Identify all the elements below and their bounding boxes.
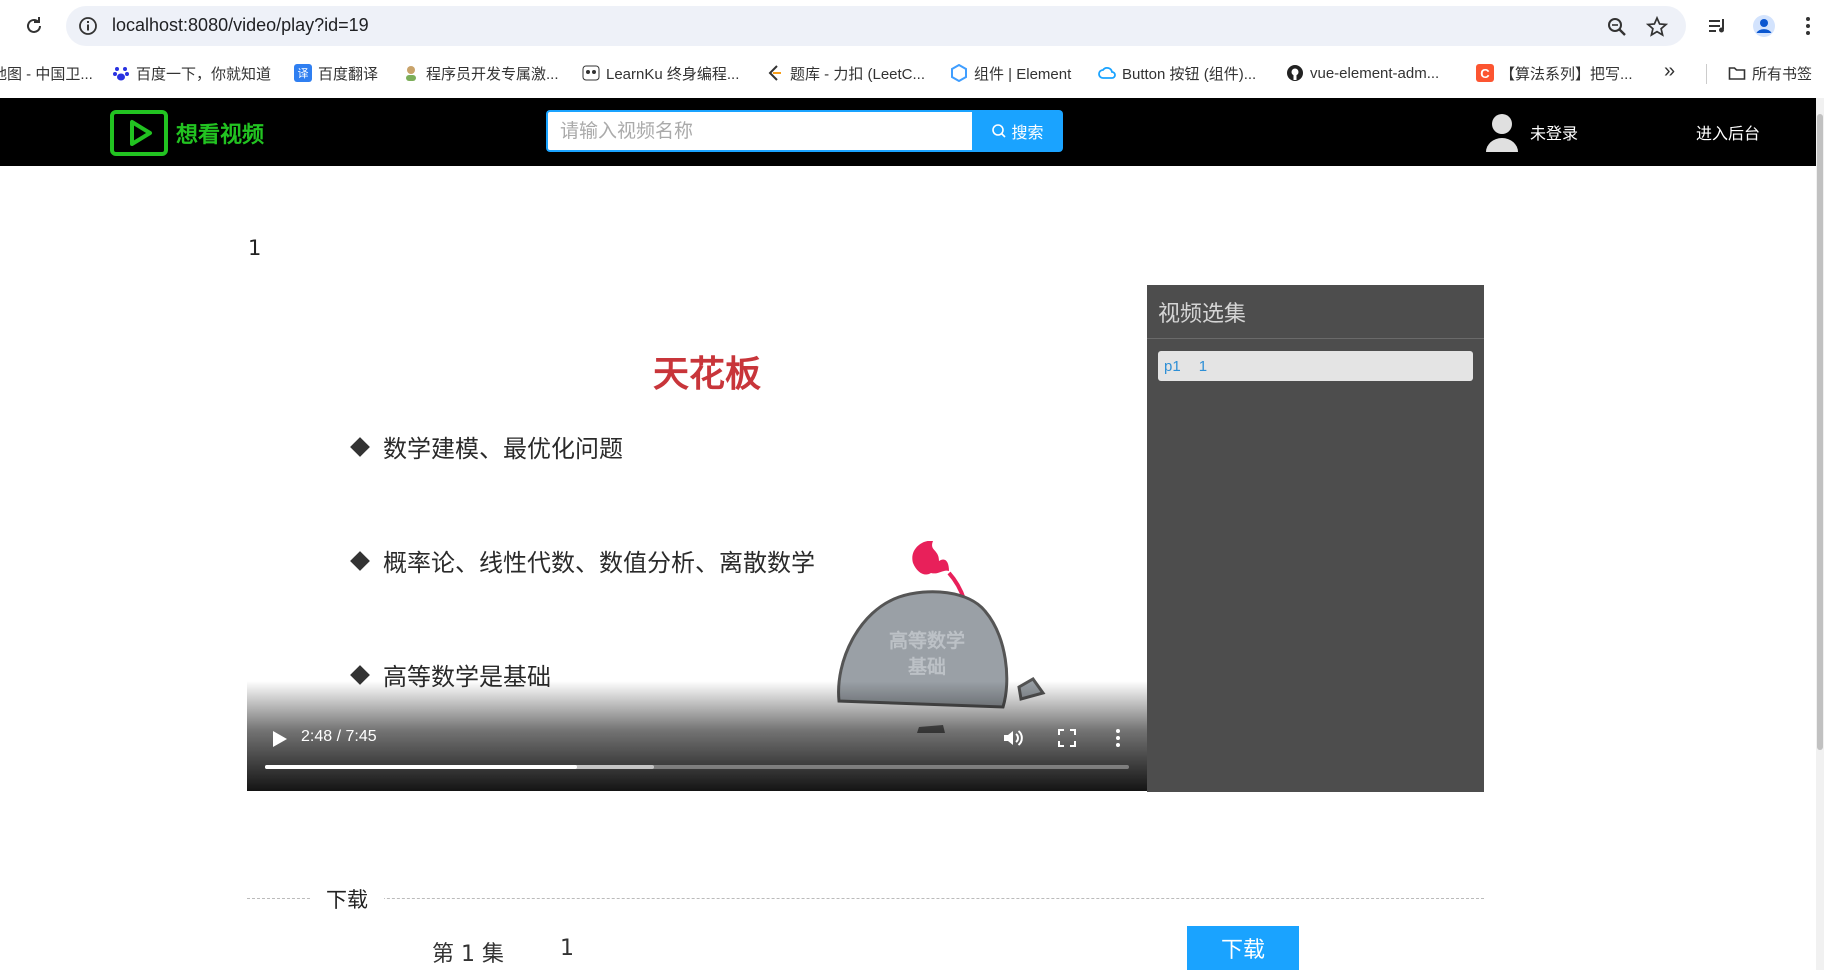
bookmark-item[interactable]: 百度一下，你就知道 xyxy=(112,62,271,84)
episode-item[interactable]: p1 1 xyxy=(1158,351,1473,381)
volume-icon[interactable] xyxy=(1001,727,1023,749)
episode-code: p1 xyxy=(1164,357,1181,375)
bookmark-label: 组件 | Element xyxy=(974,65,1072,83)
play-logo-icon xyxy=(110,110,168,156)
omnibox[interactable]: localhost:8080/video/play?id=19 xyxy=(66,6,1686,46)
svg-text:译: 译 xyxy=(298,67,309,80)
search-icon xyxy=(992,124,1007,138)
user-avatar-icon xyxy=(1486,114,1518,152)
all-bookmarks-folder[interactable]: 所有书签 xyxy=(1728,62,1812,84)
diamond-bullet-icon xyxy=(350,550,370,571)
admin-link[interactable]: 进入后台 xyxy=(1696,120,1760,144)
bookmark-label: vue-element-adm... xyxy=(1310,64,1440,82)
logo-text: 想看视频 xyxy=(176,123,265,148)
cloud-favicon-icon xyxy=(1098,67,1116,79)
slide-bullet-text: 数学建模、最优化问题 xyxy=(383,435,623,463)
zoom-icon[interactable] xyxy=(1606,16,1628,38)
diamond-bullet-icon xyxy=(350,436,370,457)
bookmarks-bar: 地图 - 中国卫... 百度一下，你就知道 译 百度翻译 程序员开发专属激...… xyxy=(0,56,1824,90)
fullscreen-icon[interactable] xyxy=(1057,728,1077,748)
all-bookmarks-label: 所有书签 xyxy=(1752,65,1813,83)
address-bar-row: localhost:8080/video/play?id=19 xyxy=(0,0,1824,52)
media-control-icon[interactable] xyxy=(1706,14,1730,38)
site-logo[interactable]: 想看视频 xyxy=(110,110,264,156)
more-bookmarks-icon[interactable]: » xyxy=(1664,60,1675,83)
bookmark-item[interactable]: LearnKu 终身编程... xyxy=(582,62,739,84)
page-scrollbar[interactable] xyxy=(1816,98,1824,970)
bookmark-item[interactable]: 程序员开发专属激... xyxy=(402,62,559,84)
rock-text-line1: 高等数学 xyxy=(889,629,965,652)
leetcode-favicon-icon xyxy=(768,65,781,81)
profile-favicon-icon xyxy=(406,66,416,81)
slide-bullet-text: 概率论、线性代数、数值分析、离散数学 xyxy=(383,549,815,577)
bookmark-item[interactable]: 译 百度翻译 xyxy=(294,62,378,84)
bookmark-item[interactable]: Button 按钮 (组件)... xyxy=(1098,62,1256,84)
bookmark-item[interactable]: 组件 | Element xyxy=(950,62,1071,84)
search-button-label: 搜索 xyxy=(1011,123,1044,142)
episode-name: 1 xyxy=(1198,357,1208,375)
scrollbar-thumb[interactable] xyxy=(1817,114,1823,750)
episode-panel-header: 视频选集 xyxy=(1147,285,1484,339)
bookmark-item[interactable]: 地图 - 中国卫... xyxy=(0,62,93,84)
video-player[interactable]: 天花板 数学建模、最优化问题 概率论、线性代数、数值分析、离散数学 高等数学是基… xyxy=(247,285,1147,791)
profile-icon[interactable] xyxy=(1752,14,1776,38)
search-input[interactable] xyxy=(546,110,972,152)
download-section-label: 下载 xyxy=(310,884,384,914)
search-button[interactable]: 搜索 xyxy=(972,110,1063,152)
login-status-label: 未登录 xyxy=(1530,124,1579,143)
bookmark-label: 地图 - 中国卫... xyxy=(0,65,93,83)
browser-chrome: localhost:8080/video/play?id=19 地图 - 中国卫… xyxy=(0,0,1824,98)
search-bar: 搜索 xyxy=(546,110,1063,152)
progress-played xyxy=(265,765,578,769)
bookmark-label: LearnKu 终身编程... xyxy=(606,65,740,83)
reload-icon[interactable] xyxy=(20,12,48,40)
video-title: 1 xyxy=(248,236,262,260)
download-episode-name: 1 xyxy=(560,936,574,961)
url-text[interactable]: localhost:8080/video/play?id=19 xyxy=(112,15,369,36)
more-options-icon[interactable] xyxy=(1113,727,1123,749)
bookmarks-separator xyxy=(1706,64,1707,84)
translate-favicon-icon: 译 xyxy=(294,64,312,82)
svg-text:C: C xyxy=(1480,66,1490,81)
download-button[interactable]: 下载 xyxy=(1187,926,1299,970)
rock-text-line2: 基础 xyxy=(907,655,946,678)
bookmark-item[interactable]: vue-element-adm... xyxy=(1286,62,1439,84)
progress-bar[interactable] xyxy=(265,765,1129,769)
app-header: 想看视频 搜索 未登录 进入后台 xyxy=(0,98,1816,166)
episode-panel: 视频选集 p1 1 xyxy=(1147,285,1484,792)
slide-bullet: 概率论、线性代数、数值分析、离散数学 xyxy=(350,543,815,578)
github-favicon-icon xyxy=(1287,65,1303,81)
folder-icon xyxy=(1728,67,1746,80)
site-info-icon[interactable] xyxy=(78,16,98,36)
browser-menu-icon[interactable] xyxy=(1796,14,1820,38)
download-episode-label: 第 1 集 xyxy=(432,942,504,967)
slide-bullet: 数学建模、最优化问题 xyxy=(350,429,623,464)
bookmark-item[interactable]: 题库 - 力扣 (LeetC... xyxy=(766,62,925,84)
panda-favicon-icon xyxy=(582,65,600,81)
slide-heading: 天花板 xyxy=(652,354,761,395)
play-icon[interactable] xyxy=(269,728,289,750)
download-divider xyxy=(247,898,1484,899)
element-favicon-icon xyxy=(951,64,967,82)
bookmark-star-icon[interactable] xyxy=(1646,16,1668,38)
bookmark-label: 百度一下，你就知道 xyxy=(136,65,272,83)
bookmark-label: 程序员开发专属激... xyxy=(426,65,559,83)
bookmark-label: 题库 - 力扣 (LeetC... xyxy=(790,65,926,83)
csdn-favicon-icon: C xyxy=(1476,64,1494,82)
bookmark-label: 【算法系列】把写... xyxy=(1500,65,1633,83)
time-display: 2:48 / 7:45 xyxy=(301,728,377,745)
baidu-favicon-icon xyxy=(113,67,129,81)
bookmark-item[interactable]: C 【算法系列】把写... xyxy=(1476,62,1633,84)
bookmark-label: Button 按钮 (组件)... xyxy=(1122,65,1257,83)
bookmark-label: 百度翻译 xyxy=(318,65,379,83)
user-status[interactable]: 未登录 xyxy=(1484,112,1578,152)
